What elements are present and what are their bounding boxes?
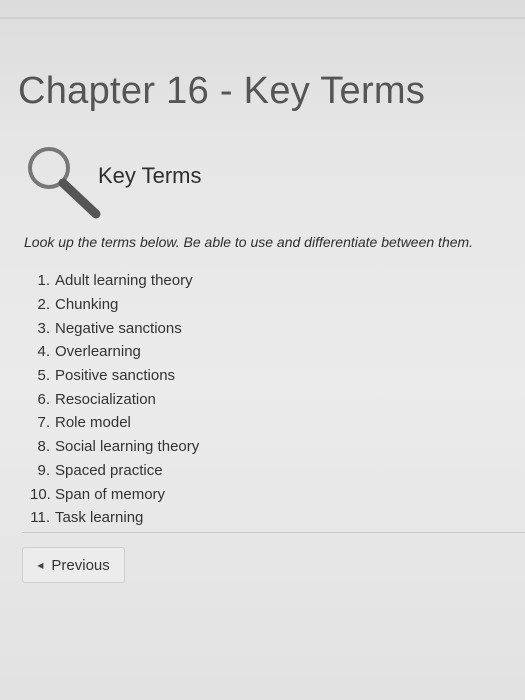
previous-label: Previous	[51, 556, 110, 574]
list-item: 8. Social learning theory	[30, 435, 199, 459]
left-arrow-icon: ◀	[37, 560, 44, 570]
term-number: 10.	[30, 485, 51, 503]
term-label: Task learning	[55, 509, 144, 527]
term-number: 7.	[37, 414, 50, 432]
magnifying-glass-icon	[28, 147, 101, 219]
term-number: 1.	[37, 272, 50, 290]
term-label: Spaced practice	[55, 461, 163, 479]
previous-button[interactable]: ◀ Previous	[22, 547, 125, 583]
list-item: 10. Span of memory	[30, 482, 199, 506]
key-terms-list: 1. Adult learning theory 2. Chunking 3. Neg…	[30, 269, 199, 530]
term-label: Role model	[55, 414, 131, 432]
list-item: 3. Negative sanctions	[30, 316, 199, 340]
term-number: 2.	[37, 296, 50, 314]
list-item: 5. Positive sanctions	[30, 364, 199, 388]
list-item: 9. Spaced practice	[30, 459, 199, 483]
term-number: 4.	[37, 343, 50, 361]
term-label: Resocialization	[55, 390, 156, 408]
term-number: 5.	[37, 367, 50, 385]
list-item: 2. Chunking	[30, 293, 199, 317]
list-item: 11. Task learning	[30, 506, 199, 530]
term-label: Positive sanctions	[55, 367, 176, 385]
term-label: Negative sanctions	[55, 319, 182, 337]
term-number: 6.	[37, 390, 50, 408]
list-item: 6. Resocialization	[30, 387, 199, 411]
term-number: 11.	[30, 509, 50, 527]
term-label: Chunking	[55, 296, 119, 314]
term-number: 9.	[37, 461, 50, 479]
list-item: 1. Adult learning theory	[30, 269, 199, 293]
term-number: 3.	[37, 319, 50, 337]
list-item: 7. Role model	[30, 411, 199, 435]
term-label: Social learning theory	[55, 438, 200, 456]
term-label: Overlearning	[55, 343, 141, 361]
term-label: Adult learning theory	[55, 272, 193, 290]
term-number: 8.	[37, 438, 50, 456]
term-label: Span of memory	[55, 485, 166, 503]
instructions-text: Look up the terms below. Be able to use …	[24, 234, 474, 250]
list-item: 4. Overlearning	[30, 340, 199, 364]
section-title: Key Terms	[98, 163, 202, 188]
top-divider	[0, 17, 525, 19]
content-divider	[22, 532, 525, 533]
page-title: Chapter 16 - Key Terms	[18, 70, 426, 112]
